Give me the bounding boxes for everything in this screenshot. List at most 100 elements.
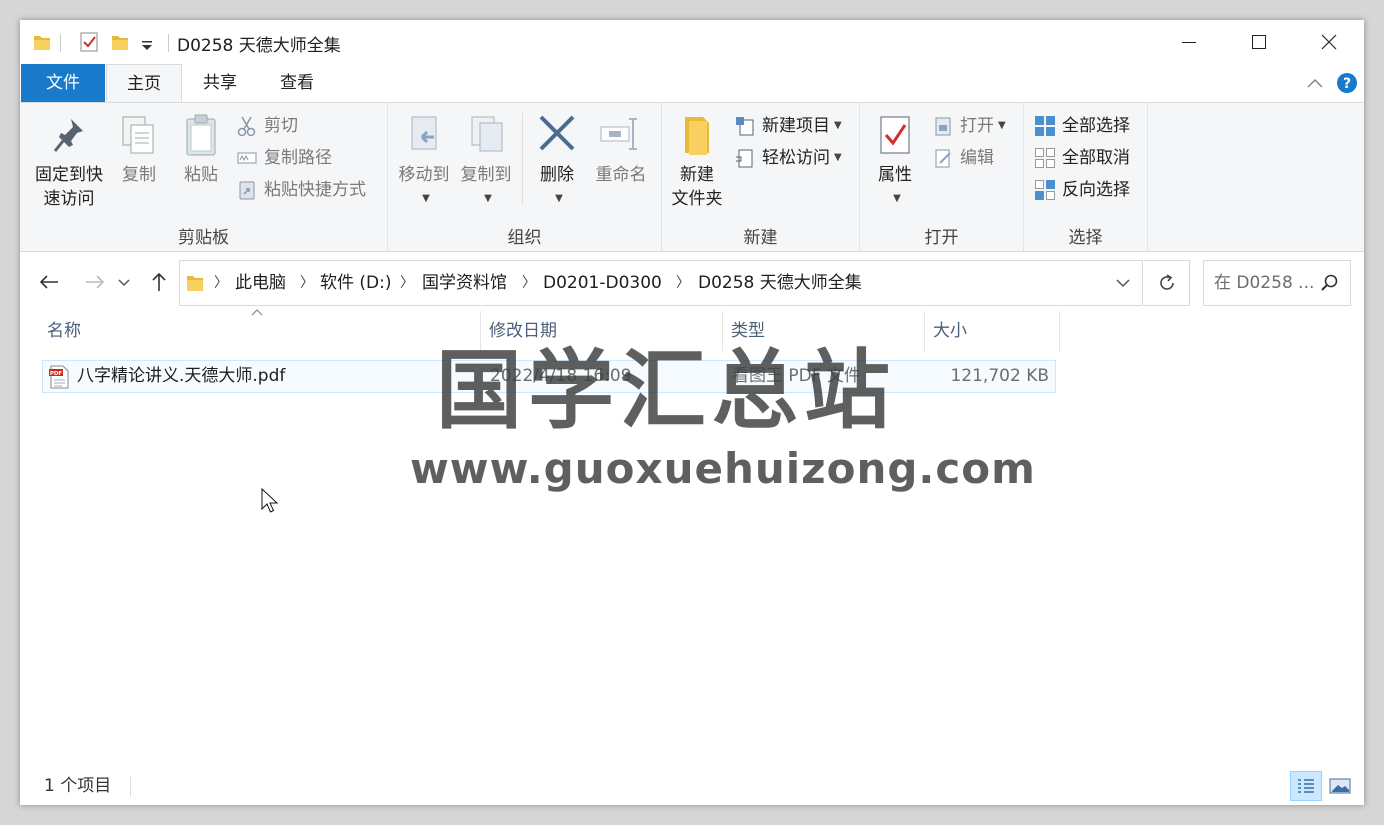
select-none-button[interactable]: 全部取消 — [1034, 145, 1130, 171]
group-open: 属性 ▼ 打开 ▼ 编辑 打开 — [860, 103, 1024, 251]
forward-arrow-icon — [86, 275, 105, 289]
properties-button[interactable]: 属性 ▼ — [870, 111, 920, 211]
maximize-button[interactable] — [1224, 20, 1294, 64]
edit-label: 编辑 — [960, 148, 994, 168]
rename-button[interactable]: 重命名 — [588, 111, 654, 187]
open-icon — [935, 117, 951, 136]
close-button[interactable] — [1294, 20, 1364, 64]
divider — [168, 34, 169, 52]
breadcrumb-separator[interactable]: 〉 — [214, 261, 228, 305]
tab-view[interactable]: 查看 — [260, 64, 334, 102]
tab-home[interactable]: 主页 — [106, 64, 182, 103]
tab-file[interactable]: 文件 — [21, 64, 105, 102]
up-button[interactable] — [144, 267, 174, 297]
delete-button[interactable]: 删除 ▼ — [532, 111, 582, 211]
paste-shortcut-button[interactable]: 粘贴快捷方式 — [236, 177, 366, 203]
title-bar: D0258 天德大师全集 — [20, 20, 1364, 64]
group-new: 新建 文件夹 新建项目 ▼ 轻松访问 ▼ 新建 — [662, 103, 860, 251]
customize-quick-access-icon[interactable] — [140, 30, 154, 54]
group-organize: 移动到 ▼ 复制到 ▼ 删除 ▼ 重命名 组织 — [388, 103, 662, 251]
pin-label-2: 速访问 — [43, 189, 95, 209]
delete-dropdown-icon: ▼ — [555, 193, 563, 204]
close-icon — [1321, 34, 1337, 50]
copy-button[interactable]: 复制 — [114, 111, 164, 187]
easy-access-icon — [736, 149, 753, 168]
search-box[interactable]: 在 D0258 ... — [1203, 260, 1351, 306]
invert-selection-button[interactable]: 反向选择 — [1034, 177, 1130, 203]
copy-to-button[interactable]: 复制到 ▼ — [456, 111, 516, 211]
delete-x-icon — [539, 115, 575, 151]
move-to-label: 移动到 — [398, 165, 450, 185]
details-view-button[interactable] — [1290, 771, 1322, 801]
help-icon[interactable]: ? — [1336, 72, 1358, 94]
select-none-label: 全部取消 — [1062, 148, 1130, 168]
group-label-clipboard: 剪贴板 — [178, 228, 229, 248]
breadcrumb-separator[interactable]: 〉 — [300, 261, 314, 305]
select-all-button[interactable]: 全部选择 — [1034, 113, 1130, 139]
move-to-dropdown-icon: ▼ — [422, 193, 430, 204]
select-all-label: 全部选择 — [1062, 116, 1130, 136]
group-label-open: 打开 — [924, 228, 959, 248]
paste-button[interactable]: 粘贴 — [176, 111, 226, 187]
move-to-button[interactable]: 移动到 ▼ — [394, 111, 454, 211]
window-title: D0258 天德大师全集 — [177, 36, 341, 56]
minimize-icon — [1182, 42, 1196, 43]
scissors-icon — [237, 116, 256, 137]
refresh-button[interactable] — [1144, 260, 1190, 306]
open-label: 打开 — [960, 116, 994, 136]
search-icon[interactable] — [1320, 274, 1338, 292]
open-button[interactable]: 打开 ▼ — [932, 113, 1006, 139]
file-name[interactable]: 八字精论讲义.天德大师.pdf — [77, 361, 285, 392]
properties-check-icon[interactable] — [78, 30, 100, 54]
new-folder-button[interactable]: 新建 文件夹 — [666, 111, 728, 211]
breadcrumb-this-pc[interactable]: 此电脑 — [235, 261, 286, 305]
edit-button[interactable]: 编辑 — [932, 145, 994, 171]
explorer-window: D0258 天德大师全集 文件 主页 共享 查看 ? 固定到快 速访问 复制 粘… — [20, 20, 1364, 805]
breadcrumb-separator[interactable]: 〉 — [400, 261, 414, 305]
rename-label: 重命名 — [595, 165, 647, 185]
back-arrow-icon — [39, 275, 58, 289]
pdf-file-icon: PDF — [49, 365, 69, 389]
ribbon-tabs: 文件 主页 共享 查看 ? — [20, 64, 1364, 103]
new-item-label: 新建项目 — [762, 116, 830, 136]
forward-button[interactable] — [80, 267, 110, 297]
easy-access-label: 轻松访问 — [762, 148, 830, 168]
invert-selection-label: 反向选择 — [1062, 180, 1130, 200]
breadcrumb-separator[interactable]: 〉 — [522, 261, 536, 305]
breadcrumb-range[interactable]: D0201-D0300 — [543, 261, 662, 305]
cut-button[interactable]: 剪切 — [236, 113, 298, 139]
breadcrumb-current-folder[interactable]: D0258 天德大师全集 — [698, 261, 862, 305]
refresh-icon — [1159, 274, 1174, 290]
large-icons-view-button[interactable] — [1324, 771, 1356, 801]
search-input[interactable]: 在 D0258 ... — [1214, 261, 1314, 305]
pin-quick-access-button[interactable]: 固定到快 速访问 — [30, 111, 108, 211]
rename-icon — [600, 118, 637, 150]
breadcrumb-separator[interactable]: 〉 — [676, 261, 690, 305]
status-bar: 1 个项目 — [20, 769, 1364, 805]
breadcrumb-library[interactable]: 国学资料馆 — [422, 261, 507, 305]
easy-access-button[interactable]: 轻松访问 ▼ — [734, 145, 842, 171]
folder-icon — [34, 36, 50, 50]
column-header-size[interactable]: 大小 — [926, 311, 1060, 351]
new-folder-quick-icon[interactable] — [110, 30, 130, 54]
minimize-button[interactable] — [1154, 20, 1224, 64]
select-all-icon — [1035, 116, 1055, 136]
breadcrumb-drive-d[interactable]: 软件 (D:) — [320, 261, 392, 305]
folder-icon — [187, 276, 203, 291]
new-folder-label-2: 文件夹 — [671, 189, 723, 209]
address-bar[interactable]: 〉 此电脑 〉 软件 (D:) 〉 国学资料馆 〉 D0201-D0300 〉 … — [179, 260, 1143, 306]
recent-locations-button[interactable] — [114, 267, 134, 297]
chevron-down-icon — [118, 279, 130, 287]
new-folder-icon — [685, 117, 709, 155]
tab-share[interactable]: 共享 — [184, 64, 256, 102]
column-header-name[interactable]: 名称 — [40, 311, 481, 351]
collapse-ribbon-icon[interactable] — [1306, 76, 1324, 90]
copy-path-button[interactable]: 复制路径 — [236, 145, 332, 171]
pin-label-1: 固定到快 — [35, 165, 103, 185]
address-history-chevron-icon[interactable] — [1116, 277, 1130, 289]
new-item-button[interactable]: 新建项目 ▼ — [734, 113, 842, 139]
details-view-icon — [1298, 779, 1314, 793]
back-button[interactable] — [34, 267, 64, 297]
divider — [522, 113, 523, 205]
new-item-icon — [736, 117, 754, 136]
